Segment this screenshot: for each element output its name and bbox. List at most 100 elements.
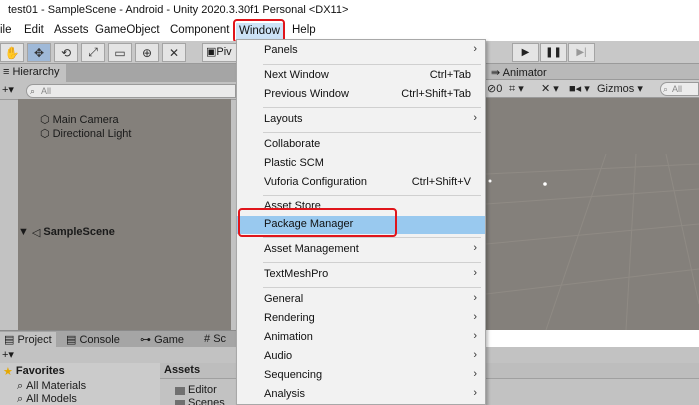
menu-item-next-window[interactable]: Next Window Ctrl+Tab xyxy=(237,67,485,85)
title-bar: test01 - SampleScene - Android - Unity 2… xyxy=(0,0,699,22)
menu-edit[interactable]: Edit xyxy=(24,24,44,36)
menu-gameobject[interactable]: GameObject xyxy=(95,24,160,36)
chevron-right-icon: › xyxy=(473,330,477,342)
folder-label: Scenes xyxy=(188,397,225,405)
favorite-all-materials[interactable]: ⌕ All Materials xyxy=(17,380,86,393)
menu-separator xyxy=(263,195,481,196)
chevron-right-icon: › xyxy=(473,311,477,323)
menu-item-collaborate[interactable]: Collaborate xyxy=(237,136,485,154)
chevron-right-icon: › xyxy=(473,349,477,361)
menu-component[interactable]: Component xyxy=(170,24,229,36)
menu-item-label: Sequencing xyxy=(264,369,323,381)
favorite-all-models[interactable]: ⌕ All Models xyxy=(17,393,77,405)
tab-console[interactable]: ▤ Console xyxy=(62,332,124,348)
hand-icon[interactable]: ✋ xyxy=(0,43,24,62)
menu-separator xyxy=(263,262,481,263)
folder-scenes[interactable]: Scenes xyxy=(175,397,225,405)
menu-assets[interactable]: Assets xyxy=(54,24,89,36)
scene-view[interactable] xyxy=(486,64,699,330)
tab-game[interactable]: ⊶ Game xyxy=(136,332,188,348)
menu-item-previous-window[interactable]: Previous Window Ctrl+Shift+Tab xyxy=(237,86,485,104)
menu-item-label: Audio xyxy=(264,350,293,362)
hierarchy-search-input[interactable]: ⌕ All xyxy=(26,84,236,98)
add-icon[interactable]: +▾ xyxy=(2,83,14,96)
scene-search-input[interactable]: ⌕ All xyxy=(660,82,699,96)
menu-item-label: TextMeshPro xyxy=(264,268,329,280)
tab-project[interactable]: ▤ Project xyxy=(0,332,56,348)
menu-item-layouts[interactable]: Layouts › xyxy=(237,111,485,129)
gamepad-icon: ⊶ xyxy=(140,334,155,346)
tab-scene[interactable]: # Sc xyxy=(200,332,230,348)
menu-item-sequencing[interactable]: Sequencing › xyxy=(237,367,485,385)
menu-item-panels[interactable]: Panels › xyxy=(237,42,485,60)
menu-item-label: Rendering xyxy=(264,312,315,324)
tools-icon[interactable]: ✕ ▾ xyxy=(541,82,559,95)
search-icon: ⌕ xyxy=(17,393,24,405)
tab-hierarchy[interactable]: ≡ Hierarchy xyxy=(0,64,66,82)
hierarchy-search-placeholder: All xyxy=(41,86,52,96)
pivot-icon: ▣ xyxy=(206,46,217,58)
hidden-count-icon[interactable]: ⊘0 xyxy=(487,82,502,95)
gizmos-dropdown[interactable]: Gizmos ▾ xyxy=(597,82,643,95)
animator-icon: ⇛ xyxy=(491,67,503,79)
play-icon[interactable]: ▶ xyxy=(512,43,539,62)
move-icon[interactable]: ✥ xyxy=(27,43,51,62)
hierarchy-item-directional-light[interactable]: ⬡ Directional Light xyxy=(40,127,131,141)
rotate-icon[interactable]: ⟲ xyxy=(54,43,78,62)
menu-item-textmeshpro[interactable]: TextMeshPro › xyxy=(237,266,485,284)
menu-item-label: General xyxy=(264,293,304,305)
menu-item-plastic-scm[interactable]: Plastic SCM xyxy=(237,155,485,173)
game-tab-label: Game xyxy=(154,334,185,346)
package-manager-highlight-box xyxy=(238,208,397,237)
favorite-label: All Models xyxy=(26,393,77,405)
add-icon[interactable]: +▾ xyxy=(2,348,14,361)
menu-item-label: Previous Window xyxy=(264,88,349,100)
menu-separator xyxy=(263,132,481,133)
menu-item-vuforia-configuration[interactable]: Vuforia Configuration Ctrl+Shift+V xyxy=(237,174,485,192)
favorites-title: Favorites xyxy=(15,365,65,377)
console-tab-label: Console xyxy=(79,334,120,346)
scene-grid-icon: # xyxy=(204,333,214,345)
scale-icon[interactable]: ⤢ xyxy=(81,43,105,62)
menu-item-shortcut: Ctrl+Shift+V xyxy=(411,176,471,188)
project-tab-label: Project xyxy=(17,334,52,346)
search-icon: ⌕ xyxy=(17,380,24,392)
menu-item-label: Next Window xyxy=(264,69,329,81)
menu-item-analysis[interactable]: Analysis › xyxy=(237,386,485,404)
favorites-header[interactable]: ★ Favorites xyxy=(3,365,65,378)
hierarchy-item-main-camera[interactable]: ⬡ Main Camera xyxy=(40,113,119,127)
window-title: test01 - SampleScene - Android - Unity 2… xyxy=(8,4,349,16)
camera-icon[interactable]: ■◂ ▾ xyxy=(569,82,590,95)
menu-item-label: Asset Management xyxy=(264,243,359,255)
menu-item-animation[interactable]: Animation › xyxy=(237,329,485,347)
menu-item-label: Layouts xyxy=(264,113,303,125)
menu-item-label: Analysis xyxy=(264,388,305,400)
menu-item-label: Collaborate xyxy=(264,138,321,150)
menu-separator xyxy=(263,287,481,288)
menu-item-rendering[interactable]: Rendering › xyxy=(237,310,485,328)
menu-file[interactable]: ile xyxy=(0,24,12,36)
pivot-label: Piv xyxy=(216,46,232,58)
project-tab-header: ▤ Project ▤ Console ⊶ Game # Sc xyxy=(0,330,236,348)
folder-editor[interactable]: Editor xyxy=(175,384,217,396)
favorites-section: ★ Favorites ⌕ All Materials ⌕ All Models xyxy=(0,363,160,405)
expand-arrow-icon[interactable]: ▼ xyxy=(18,226,29,238)
tab-animator[interactable]: ⇛ Animator xyxy=(491,66,547,79)
menu-item-label: Plastic SCM xyxy=(264,157,324,169)
menu-help[interactable]: Help xyxy=(292,24,316,36)
step-icon[interactable]: ▶| xyxy=(568,43,595,62)
favorite-label: All Materials xyxy=(26,380,87,392)
menu-item-asset-management[interactable]: Asset Management › xyxy=(237,241,485,259)
menu-item-shortcut: Ctrl+Shift+Tab xyxy=(401,88,471,100)
grid-icon[interactable]: ⌗ ▾ xyxy=(509,82,524,96)
menu-item-label: Vuforia Configuration xyxy=(264,176,367,188)
pause-icon[interactable]: ❚❚ xyxy=(540,43,567,62)
menu-item-audio[interactable]: Audio › xyxy=(237,348,485,366)
custom-tool-icon[interactable]: ✕ xyxy=(162,43,186,62)
chevron-right-icon: › xyxy=(473,242,477,254)
scene-tab-label: Sc xyxy=(213,333,227,345)
rect-icon[interactable]: ▭ xyxy=(108,43,132,62)
transform-icon[interactable]: ⊕ xyxy=(135,43,159,62)
menu-item-general[interactable]: General › xyxy=(237,291,485,309)
hierarchy-panel: ≡ Hierarchy +▾ ⌕ All ▼ ◁ SampleScene ⬡ M… xyxy=(0,64,236,365)
